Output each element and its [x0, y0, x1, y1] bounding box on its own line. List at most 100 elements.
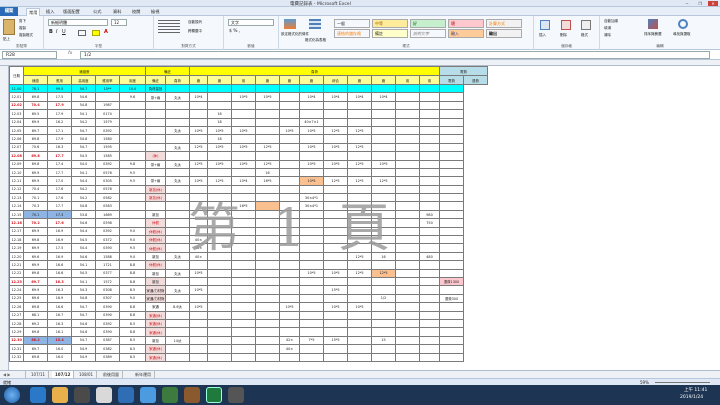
note-cell[interactable]: 新加 — [145, 251, 166, 262]
font-size-select[interactable]: 12 — [111, 19, 127, 26]
reading-cell[interactable]: 17.1 — [47, 125, 72, 136]
load-cell[interactable] — [323, 201, 348, 211]
load-cell[interactable] — [255, 100, 280, 111]
load-cell[interactable] — [255, 109, 280, 119]
reading-cell[interactable]: 69.8 — [23, 151, 48, 161]
load-cell[interactable]: 15 — [371, 335, 396, 346]
money-cell[interactable] — [439, 92, 464, 102]
load-cell[interactable] — [371, 260, 396, 270]
note-cell[interactable]: 新加 — [145, 276, 166, 287]
note-cell[interactable]: 休假(休) — [145, 260, 166, 270]
load-cell[interactable] — [255, 352, 280, 362]
table-row[interactable]: 12.15 70.1 17.3 53.8 1689 新加 980 — [9, 209, 488, 220]
load-cell[interactable]: 丸汰 — [165, 251, 190, 262]
reading-cell[interactable]: 54.9 — [71, 352, 96, 362]
load-cell[interactable]: 丸汰 — [165, 268, 190, 279]
money-cell[interactable] — [439, 134, 464, 144]
note-cell[interactable] — [145, 201, 166, 211]
media-icon[interactable] — [74, 387, 90, 403]
reading-cell[interactable]: 17.4 — [47, 159, 72, 169]
load-cell[interactable] — [255, 335, 280, 346]
load-cell[interactable] — [279, 176, 300, 186]
load-cell[interactable] — [279, 293, 300, 304]
load-cell[interactable] — [255, 293, 280, 304]
load-cell[interactable] — [279, 352, 300, 362]
date-cell[interactable]: 12.32 — [9, 352, 24, 362]
money-cell[interactable]: 退費300 — [439, 293, 464, 304]
reading-cell[interactable]: 17.6 — [47, 218, 72, 228]
reading-cell[interactable]: 0377 — [95, 268, 120, 279]
load-cell[interactable]: 12*5 — [347, 251, 372, 262]
load-cell[interactable] — [347, 310, 372, 320]
load-cell[interactable] — [279, 268, 300, 279]
load-cell[interactable] — [231, 235, 256, 245]
load-cell[interactable] — [165, 327, 190, 337]
reading-cell[interactable] — [119, 218, 146, 228]
note-cell[interactable] — [145, 117, 166, 127]
load-cell[interactable] — [323, 117, 348, 127]
load-cell[interactable]: 14汰 — [165, 335, 190, 346]
load-cell[interactable] — [371, 151, 396, 161]
data-table[interactable]: 日期 錶讀數 備註 負荷 電費 錶讀 應用 高用度 應用率 用度 備註 負荷廠廠用廠廠廠綜合廠廠用用電… — [9, 66, 488, 362]
money-cell[interactable] — [419, 151, 440, 161]
load-cell[interactable] — [299, 109, 324, 119]
money-cell[interactable] — [419, 260, 440, 270]
reading-cell[interactable]: 0308 — [95, 285, 120, 295]
load-cell[interactable]: 18 — [207, 117, 232, 127]
reading-cell[interactable]: 8.5 — [119, 318, 146, 329]
table-row[interactable]: 12.13 70.1 17.6 54.2 0582 新加(休) 30×4*1 — [9, 193, 488, 203]
load-cell[interactable] — [255, 184, 280, 195]
load-cell[interactable] — [395, 201, 420, 211]
autosum-button[interactable]: 自動加總 — [604, 19, 618, 24]
load-cell[interactable] — [231, 184, 256, 195]
reading-cell[interactable]: 54.5 — [71, 151, 96, 161]
load-cell[interactable] — [165, 83, 190, 94]
load-cell[interactable] — [279, 167, 300, 178]
load-cell[interactable] — [371, 100, 396, 111]
load-cell[interactable]: 10*5 — [231, 92, 256, 102]
load-cell[interactable] — [231, 276, 256, 287]
table-row[interactable]: 12.22 69.8 16.6 54.5 0377 8.8 新加 丸汰 10*5 10*5 10*5… — [9, 268, 488, 279]
load-cell[interactable] — [165, 134, 190, 144]
reading-cell[interactable]: 0307 — [95, 293, 120, 304]
load-cell[interactable] — [255, 193, 280, 203]
load-cell[interactable] — [371, 276, 396, 287]
load-cell[interactable] — [395, 302, 420, 312]
table-row[interactable]: 12.31 69.7 16.0 54.9 0382 8.5 家通(休) 40× — [9, 344, 488, 354]
load-cell[interactable] — [165, 151, 190, 161]
load-cell[interactable]: 10*5 — [207, 125, 232, 136]
ie-icon[interactable] — [30, 387, 46, 403]
reading-cell[interactable]: 16.1 — [47, 327, 72, 337]
money-cell[interactable] — [439, 117, 464, 127]
reading-cell[interactable]: 17.5 — [47, 243, 72, 253]
money-cell[interactable] — [439, 109, 464, 119]
load-cell[interactable] — [323, 318, 348, 329]
load-cell[interactable] — [347, 134, 372, 144]
reading-cell[interactable]: 69.8 — [23, 134, 48, 144]
load-cell[interactable] — [323, 243, 348, 253]
reading-cell[interactable]: 9.0 — [119, 235, 146, 245]
reading-cell[interactable] — [119, 125, 146, 136]
money-cell[interactable] — [419, 92, 440, 102]
date-cell[interactable]: 12.10 — [9, 167, 24, 178]
money-cell[interactable] — [419, 193, 440, 203]
load-cell[interactable] — [371, 201, 396, 211]
reading-cell[interactable]: 9.5 — [119, 167, 146, 178]
load-cell[interactable] — [371, 134, 396, 144]
load-cell[interactable]: 10*4 — [323, 92, 348, 102]
reading-cell[interactable]: 69.9 — [23, 243, 48, 253]
load-cell[interactable] — [165, 184, 190, 195]
date-cell[interactable]: 12.05 — [9, 125, 24, 136]
money-cell[interactable] — [419, 167, 440, 178]
load-cell[interactable] — [207, 318, 232, 329]
load-cell[interactable]: 10*5 — [231, 159, 256, 169]
reading-cell[interactable]: 69.8 — [23, 159, 48, 169]
load-cell[interactable]: 10*5 — [299, 125, 324, 136]
load-cell[interactable] — [299, 151, 324, 161]
load-cell[interactable] — [323, 209, 348, 220]
tab-page-layout[interactable]: 版面配置 — [63, 8, 80, 16]
load-cell[interactable] — [299, 226, 324, 237]
reading-cell[interactable]: 16.3 — [47, 285, 72, 295]
table-row[interactable]: 12.23 69.7 16.3 54.1 1572 8.8 新加 退費1300 — [9, 276, 488, 287]
load-cell[interactable]: 12*5 — [347, 125, 372, 136]
